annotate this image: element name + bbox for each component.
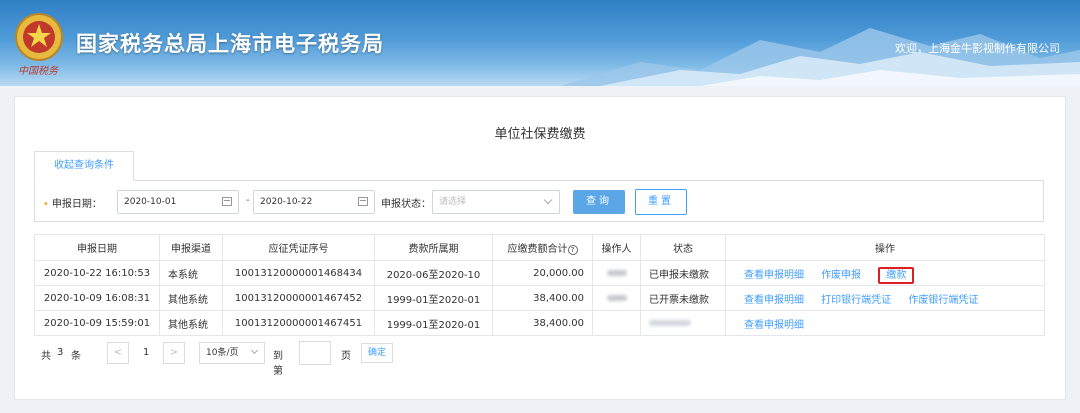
page-title: 单位社保费缴费 <box>494 127 586 142</box>
calendar-icon <box>358 197 368 206</box>
cell-date: 2020-10-09 16:08:31 <box>34 285 160 311</box>
prev-page-button[interactable]: < <box>107 342 129 364</box>
chevron-down-icon <box>543 195 553 205</box>
cell-status <box>640 310 726 336</box>
cell-channel: 本系统 <box>159 260 223 286</box>
date-from-input[interactable]: 2020-10-01 <box>117 190 239 214</box>
site-header: 中国税务 国家税务总局上海市电子税务局 欢迎，上海金牛影视制作有限公司 <box>0 0 1080 86</box>
cell-operator <box>592 260 641 286</box>
column-header: 费款所属期 <box>374 234 493 261</box>
status-select[interactable]: 请选择 <box>432 190 560 214</box>
goto-page-input[interactable] <box>299 341 331 365</box>
table-row: 2020-10-09 15:59:01 其他系统 100131200000014… <box>34 310 1045 336</box>
cell-operator <box>592 285 641 311</box>
filter-panel: • 申报日期： 2020-10-01 - 2020-10-22 申报状态： 请选择… <box>34 180 1044 222</box>
cell-amount: 38,400.00 <box>492 310 593 336</box>
view-declaration-detail-link[interactable]: 查看申报明细 <box>744 320 804 331</box>
date-to-value: 2020-10-22 <box>260 197 313 207</box>
redacted-operator <box>606 294 627 301</box>
cell-voucher: 10013120000001468434 <box>222 260 375 286</box>
table-header-row: 申报日期 申报渠道 应征凭证序号 费款所属期 应缴费额合计? 操作人 状态 操作 <box>34 234 1045 261</box>
cell-actions: 查看申报明细 <box>725 310 1045 336</box>
date-label-text: 申报日期： <box>51 199 102 210</box>
cell-period: 2020-06至2020-10 <box>374 260 493 286</box>
payment-table: 申报日期 申报渠道 应征凭证序号 费款所属期 应缴费额合计? 操作人 状态 操作… <box>34 234 1045 336</box>
cell-actions: 查看申报明细 打印银行端凭证 作废银行端凭证 <box>725 285 1045 311</box>
redacted-status <box>649 319 691 326</box>
date-to-input[interactable]: 2020-10-22 <box>253 190 375 214</box>
redacted-operator <box>606 269 627 276</box>
column-header: 操作人 <box>592 234 641 261</box>
void-bank-voucher-link[interactable]: 作废银行端凭证 <box>908 295 978 306</box>
cell-status: 已开票未缴款 <box>640 285 726 311</box>
goto-prefix: 到第 <box>273 351 283 377</box>
cell-period: 1999-01至2020-01 <box>374 310 493 336</box>
table-row: 2020-10-22 16:10:53 本系统 1001312000000146… <box>34 260 1045 286</box>
pager-total-prefix: 共 <box>41 351 51 362</box>
main-card: 单位社保费缴费 收起查询条件 • 申报日期： 2020-10-01 - 2020-… <box>14 96 1066 400</box>
cell-channel: 其他系统 <box>159 285 223 311</box>
view-declaration-detail-link[interactable]: 查看申报明细 <box>744 295 804 306</box>
column-header-amount: 应缴费额合计? <box>492 234 593 261</box>
toggle-query-conditions-tab[interactable]: 收起查询条件 <box>34 151 134 181</box>
required-asterisk: • <box>43 199 49 210</box>
page-size-value: 10条/页 <box>206 348 239 358</box>
cell-status: 已申报未缴款 <box>640 260 726 286</box>
next-page-button[interactable]: > <box>163 342 185 364</box>
site-title: 国家税务总局上海市电子税务局 <box>76 32 384 56</box>
logo-caption: 中国税务 <box>18 66 58 77</box>
column-header: 状态 <box>640 234 726 261</box>
column-header: 操作 <box>725 234 1045 261</box>
cell-voucher: 10013120000001467452 <box>222 285 375 311</box>
table-row: 2020-10-09 16:08:31 其他系统 100131200000014… <box>34 285 1045 311</box>
date-from-value: 2020-10-01 <box>124 197 177 207</box>
column-header: 申报日期 <box>34 234 160 261</box>
goto-suffix: 页 <box>341 351 351 362</box>
cell-date: 2020-10-09 15:59:01 <box>34 310 160 336</box>
chevron-down-icon <box>250 346 259 355</box>
cell-amount: 38,400.00 <box>492 285 593 311</box>
void-declaration-link[interactable]: 作废申报 <box>821 270 861 281</box>
column-header: 应征凭证序号 <box>222 234 375 261</box>
pay-link[interactable]: 缴款 <box>878 266 915 284</box>
query-button[interactable]: 查询 <box>573 190 625 214</box>
reset-button[interactable]: 重置 <box>635 189 687 215</box>
cell-date: 2020-10-22 16:10:53 <box>34 260 160 286</box>
pager-total-count: 3 <box>57 347 64 358</box>
current-page-number[interactable]: 1 <box>143 347 149 358</box>
status-placeholder: 请选择 <box>439 197 467 207</box>
status-label: 申报状态： <box>381 199 431 210</box>
cell-operator <box>592 310 641 336</box>
cell-period: 1999-01至2020-01 <box>374 285 493 311</box>
print-bank-voucher-link[interactable]: 打印银行端凭证 <box>821 295 891 306</box>
page-size-select[interactable]: 10条/页 <box>199 342 265 364</box>
goto-confirm-button[interactable]: 确定 <box>361 343 393 363</box>
column-header: 申报渠道 <box>159 234 223 261</box>
view-declaration-detail-link[interactable]: 查看申报明细 <box>744 270 804 281</box>
date-separator: - <box>246 195 250 206</box>
cell-amount: 20,000.00 <box>492 260 593 286</box>
calendar-icon <box>222 197 232 206</box>
date-label: • 申报日期： <box>43 195 102 210</box>
cell-voucher: 10013120000001467451 <box>222 310 375 336</box>
tax-emblem-logo <box>15 13 63 61</box>
column-header-text: 应缴费额合计 <box>507 244 568 255</box>
cell-channel: 其他系统 <box>159 310 223 336</box>
pager-total-suffix: 条 <box>71 351 81 362</box>
welcome-message: 欢迎，上海金牛影视制作有限公司 <box>895 42 1060 55</box>
help-icon[interactable]: ? <box>567 245 578 255</box>
cell-actions: 查看申报明细 作废申报 缴款 <box>725 260 1045 286</box>
